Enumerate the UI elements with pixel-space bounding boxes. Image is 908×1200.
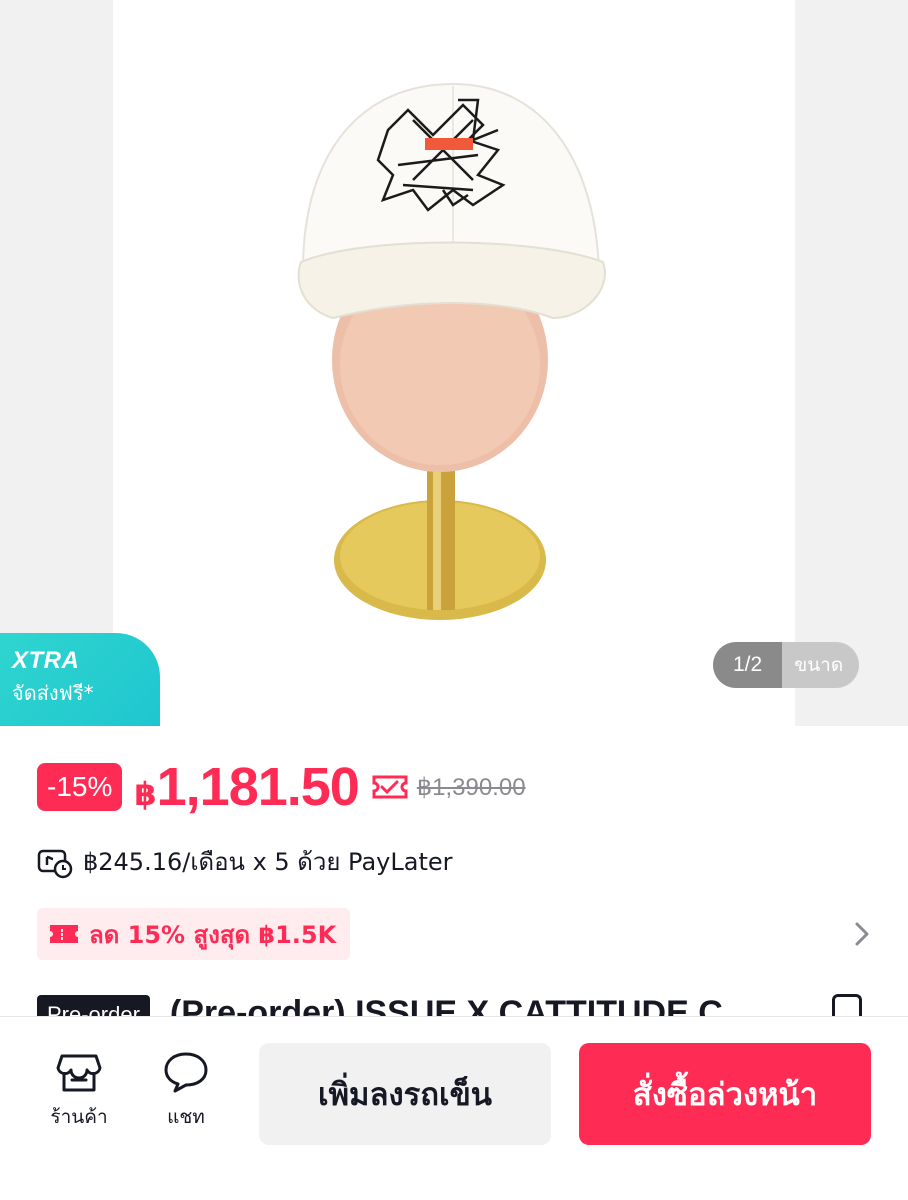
xtra-badge-subtitle: จัดส่งฟรี* — [12, 681, 94, 705]
discount-badge: -15% — [37, 763, 123, 811]
price-currency: ฿ — [134, 776, 157, 812]
image-size-tab[interactable]: ขนาด — [782, 642, 860, 688]
image-pager-count: 1/2 — [713, 642, 783, 688]
price-value: 1,181.50 — [156, 757, 360, 817]
paylater-row[interactable]: ฿245.16/เดือน x 5 ด้วย PayLater — [37, 842, 452, 881]
product-title: (Pre-order) ISSUE X CATTITUDE C — [169, 995, 723, 1017]
promo-text: ลด 15% สูงสุด ฿1.5K — [89, 920, 337, 949]
original-price: ฿1,390.00 — [416, 773, 526, 801]
xtra-badge-title: XTRA — [12, 647, 80, 674]
chat-label: แชท — [167, 1106, 205, 1128]
share-icon[interactable] — [832, 994, 862, 1016]
product-image — [297, 82, 606, 620]
shop-label: ร้านค้า — [50, 1106, 108, 1128]
product-image-gallery[interactable]: XTRA จัดส่งฟรี* 1/2 ขนาด — [0, 0, 908, 726]
product-title-row: Pre-order (Pre-order) ISSUE X CATTITUDE … — [37, 995, 908, 1017]
paylater-wallet-icon — [37, 849, 73, 878]
price-row: -15% ฿ 1,181.50 ฿1,390.00 — [37, 756, 526, 818]
coupon-check-icon — [372, 775, 408, 799]
add-to-cart-button[interactable]: เพิ่มลงรถเข็น — [259, 1043, 551, 1145]
promo-voucher-chip[interactable]: ลด 15% สูงสุด ฿1.5K — [37, 908, 351, 960]
xtra-free-shipping-badge: XTRA จัดส่งฟรี* — [0, 633, 160, 726]
chat-button[interactable]: แชท — [141, 1050, 231, 1132]
image-pager[interactable]: 1/2 ขนาด — [713, 642, 860, 688]
chat-bubble-icon — [164, 1052, 208, 1093]
paylater-text: ฿245.16/เดือน x 5 ด้วย PayLater — [83, 848, 453, 876]
preorder-badge: Pre-order — [37, 995, 150, 1017]
chevron-right-icon[interactable] — [852, 920, 872, 948]
current-price: ฿ 1,181.50 — [134, 756, 360, 818]
preorder-buy-button[interactable]: สั่งซื้อล่วงหน้า — [579, 1043, 871, 1145]
shop-button[interactable]: ร้านค้า — [34, 1050, 124, 1132]
voucher-icon — [50, 925, 78, 943]
shop-icon — [56, 1054, 102, 1092]
